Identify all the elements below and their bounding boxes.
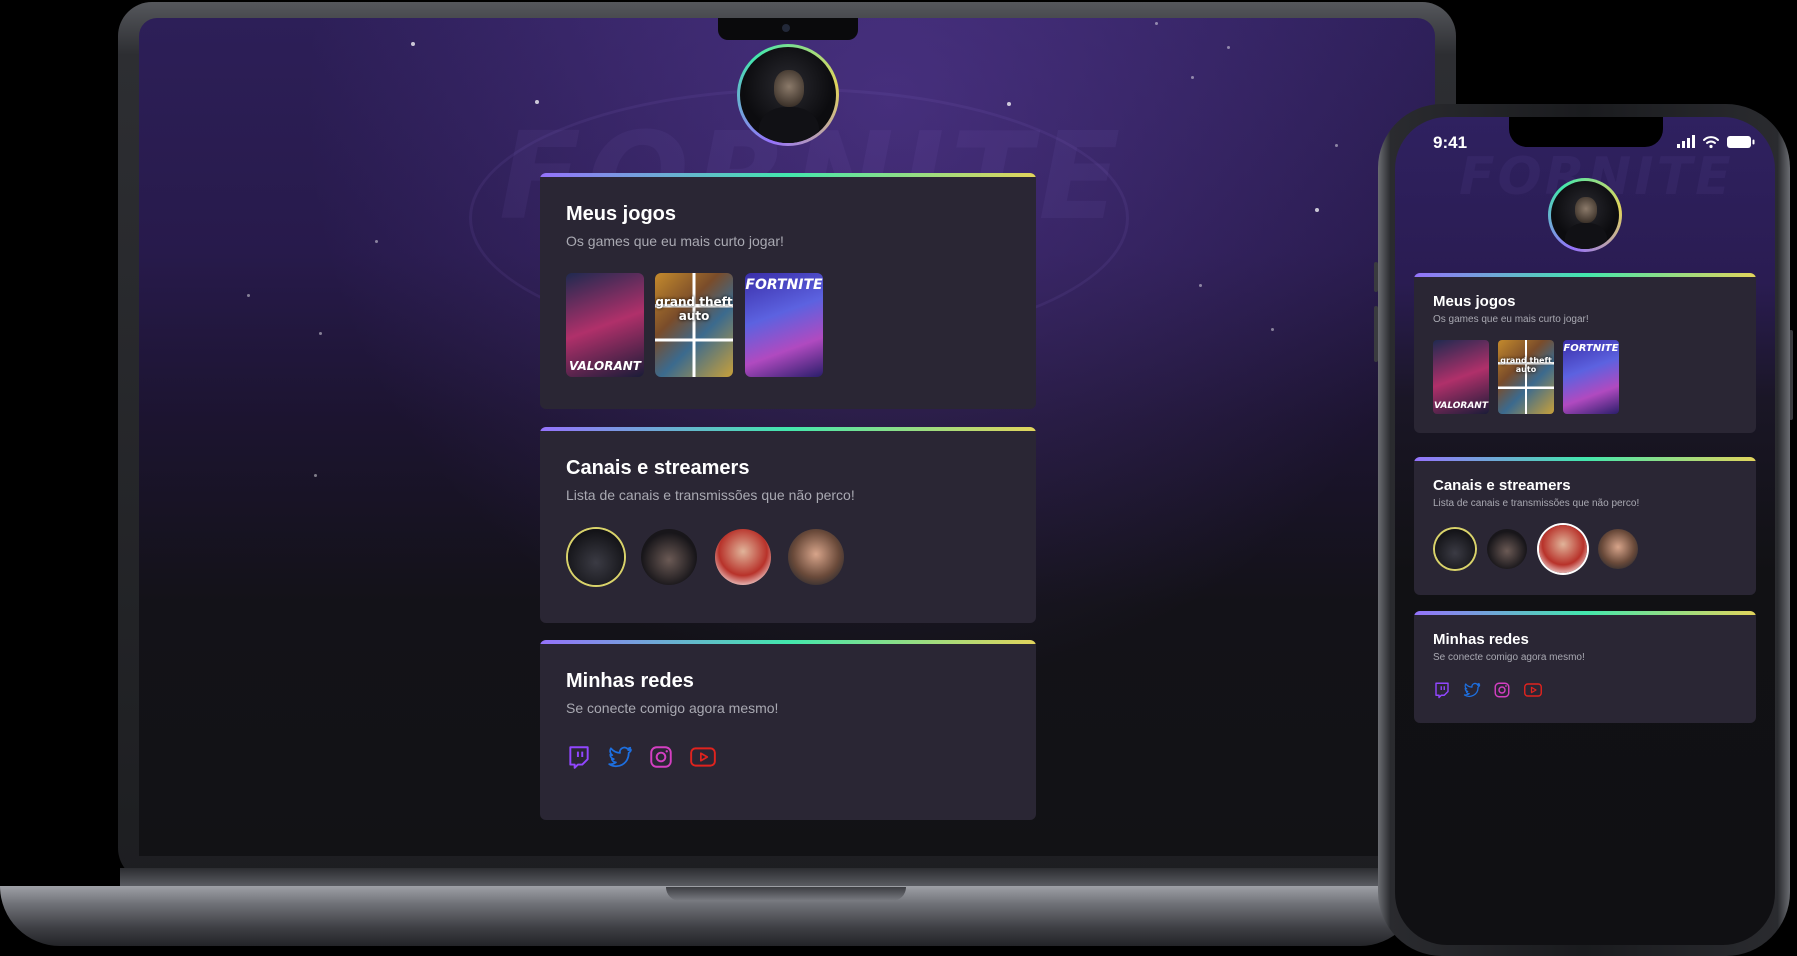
games-card-title: Meus jogos [1433,293,1516,310]
games-card: Meus jogos Os games que eu mais curto jo… [1414,273,1756,433]
streamer-avatar[interactable] [1435,529,1475,569]
star [535,100,539,104]
star [1271,328,1274,331]
profile-avatar [737,44,839,146]
social-links [1433,681,1543,699]
star [1191,76,1194,79]
social-links [566,744,717,770]
star [411,42,415,46]
streamers-card-subtitle: Lista de canais e transmissões que não p… [1433,498,1640,509]
star [319,332,322,335]
twitch-icon[interactable] [1433,681,1451,699]
streamers-card-title: Canais e streamers [1433,477,1571,494]
streamer-avatar[interactable] [715,529,771,585]
star [1315,208,1319,212]
youtube-icon[interactable] [1523,681,1543,699]
games-card-subtitle: Os games que eu mais curto jogar! [1433,314,1589,325]
youtube-icon[interactable] [689,744,717,770]
fortnite-cover[interactable]: FORTNITE [745,273,823,377]
streamer-avatar[interactable] [1598,529,1638,569]
camera-icon [782,24,790,32]
gta-cover[interactable]: grand theft auto [1498,340,1554,414]
star [1199,284,1202,287]
networks-card-title: Minhas redes [566,670,694,692]
streamer-avatar[interactable] [641,529,697,585]
streamer-avatar[interactable] [568,529,624,585]
profile-avatar [1548,178,1622,252]
streamers-card-subtitle: Lista de canais e transmissões que não p… [566,487,855,503]
twitch-icon[interactable] [566,744,592,770]
laptop-screen: FORNITE Meus jogos Os games que eu mais … [139,18,1435,856]
games-card: Meus jogos Os games que eu mais curto jo… [540,173,1036,409]
networks-card: Minhas redes Se conecte comigo agora mes… [1414,611,1756,723]
star [314,474,317,477]
fortnite-cover[interactable]: FORTNITE [1563,340,1619,414]
star [1335,144,1338,147]
valorant-cover[interactable]: VALORANT [566,273,644,377]
star [247,294,250,297]
twitter-icon[interactable] [607,744,633,770]
phone-screen: FORNITE 9:41 Meus jogos Os games que eu … [1395,117,1775,945]
networks-card-subtitle: Se conecte comigo agora mesmo! [1433,652,1585,663]
status-time: 9:41 [1433,133,1468,152]
laptop-notch [718,18,858,40]
laptop-hinge [120,868,1456,888]
twitter-icon[interactable] [1463,681,1481,699]
gta-cover[interactable]: grand theft auto [655,273,733,377]
streamer-avatar[interactable] [1539,525,1587,573]
streamers-card-title: Canais e streamers [566,457,750,479]
laptop-groove [666,887,906,901]
instagram-icon[interactable] [648,744,674,770]
games-card-title: Meus jogos [566,203,677,225]
streamer-avatar[interactable] [1487,529,1527,569]
star [1007,102,1011,106]
streamer-avatar[interactable] [788,529,844,585]
status-icons [1677,135,1755,149]
streamers-card: Canais e streamers Lista de canais e tra… [1414,457,1756,595]
instagram-icon[interactable] [1493,681,1511,699]
star [1155,22,1158,25]
networks-card: Minhas redes Se conecte comigo agora mes… [540,640,1036,820]
phone-notch [1509,117,1663,147]
star [375,240,378,243]
star [1227,46,1230,49]
streamers-card: Canais e streamers Lista de canais e tra… [540,427,1036,623]
networks-card-subtitle: Se conecte comigo agora mesmo! [566,700,779,716]
valorant-cover[interactable]: VALORANT [1433,340,1489,414]
games-card-subtitle: Os games que eu mais curto jogar! [566,233,784,249]
networks-card-title: Minhas redes [1433,631,1529,648]
